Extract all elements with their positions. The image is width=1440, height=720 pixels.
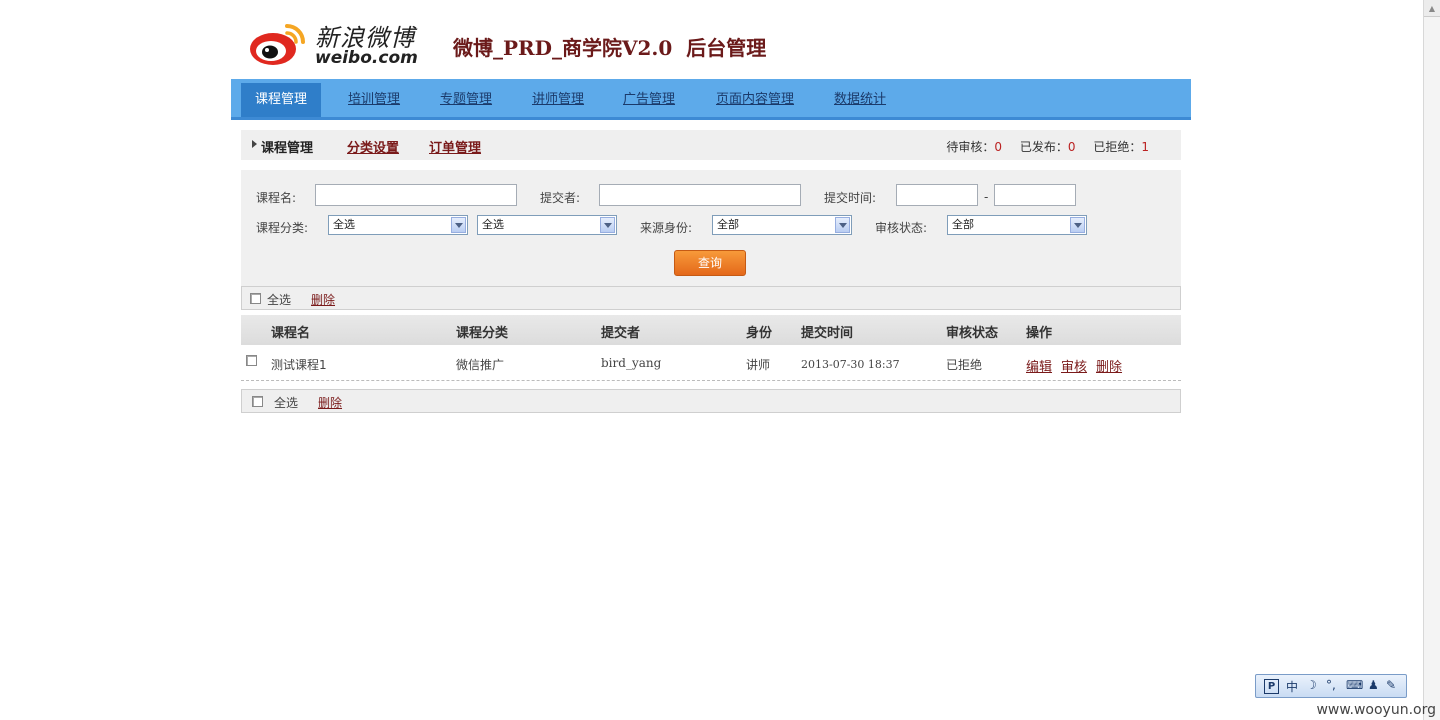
main-nav: 课程管理 培训管理 专题管理 讲师管理 广告管理 页面内容管理 数据统计 — [231, 79, 1191, 120]
row-checkbox[interactable] — [246, 355, 257, 366]
site-title: 微博_PRD_商学院V2.0 后台管理 — [453, 36, 767, 60]
bulk-actions-top: 全选 删除 — [241, 286, 1181, 310]
status-counts: 待审核：0 已发布：0 已拒绝：1 — [946, 138, 1149, 155]
published-label: 已发布： — [1019, 140, 1068, 154]
pending-label: 待审核： — [946, 140, 995, 154]
logo-en-text: weibo.com — [315, 48, 418, 68]
user-icon[interactable]: ♟ — [1368, 678, 1379, 692]
col-category: 课程分类 — [456, 326, 509, 341]
cell-course-name: 测试课程1 — [271, 358, 327, 372]
rejected-count: 1 — [1141, 140, 1149, 154]
bulk-actions-bottom: 全选 删除 — [241, 389, 1181, 413]
ime-logo-icon[interactable]: P — [1264, 679, 1279, 694]
ime-mode-label[interactable]: 中 — [1286, 678, 1298, 695]
status-label: 审核状态: — [875, 221, 928, 235]
bulk-delete-button[interactable]: 删除 — [311, 291, 335, 308]
col-submit-time: 提交时间 — [801, 326, 854, 341]
time-separator: - — [984, 190, 989, 204]
page-header: 新浪微博 weibo.com 微博_PRD_商学院V2.0 后台管理 — [231, 0, 1191, 79]
punctuation-icon[interactable]: °, — [1326, 678, 1336, 692]
cell-category: 微信推广 — [456, 358, 505, 372]
col-identity: 身份 — [746, 326, 773, 341]
sub-nav: 课程管理 分类设置 订单管理 待审核：0 已发布：0 已拒绝：1 — [241, 130, 1181, 160]
rejected-label: 已拒绝： — [1093, 140, 1142, 154]
chevron-down-icon[interactable] — [451, 217, 466, 233]
search-panel: 课程名: 提交者: 提交时间: - 课程分类: 全选 全选 来源身份: 全部 审… — [241, 170, 1181, 286]
nav-item-training[interactable]: 培训管理 — [334, 83, 414, 117]
table-row: 测试课程1 微信推广 bird_yang 讲师 2013-07-30 18:37… — [241, 345, 1181, 381]
nav-item-ads[interactable]: 广告管理 — [609, 83, 689, 117]
pending-count: 0 — [994, 140, 1003, 154]
col-submitter: 提交者 — [601, 326, 641, 341]
chevron-down-icon[interactable] — [835, 217, 850, 233]
submit-time-end-input[interactable] — [994, 184, 1076, 206]
chevron-down-icon[interactable] — [600, 217, 615, 233]
sub-nav-category-settings[interactable]: 分类设置 — [347, 137, 399, 156]
select-all-checkbox[interactable] — [252, 396, 263, 407]
submit-time-start-input[interactable] — [896, 184, 978, 206]
nav-item-lecturers[interactable]: 讲师管理 — [518, 83, 598, 117]
col-course-name: 课程名 — [271, 326, 311, 341]
delete-link[interactable]: 删除 — [1096, 356, 1122, 375]
submit-time-label: 提交时间: — [824, 191, 877, 205]
course-name-label: 课程名: — [256, 191, 297, 205]
category-secondary-select[interactable]: 全选 — [477, 215, 617, 235]
bulk-delete-button[interactable]: 删除 — [318, 394, 342, 411]
wrench-icon[interactable]: ✎ — [1386, 678, 1396, 692]
submitter-label: 提交者: — [540, 191, 581, 205]
nav-item-statistics[interactable]: 数据统计 — [820, 83, 900, 117]
submitter-input[interactable] — [599, 184, 801, 206]
nav-item-topics[interactable]: 专题管理 — [426, 83, 506, 117]
nav-item-page-content[interactable]: 页面内容管理 — [702, 83, 808, 117]
select-all-checkbox[interactable] — [250, 293, 261, 304]
nav-item-courses[interactable]: 课程管理 — [241, 83, 322, 117]
status-value: 全部 — [952, 218, 974, 231]
sub-nav-current: 课程管理 — [261, 141, 314, 156]
watermark: www.wooyun.org — [1316, 702, 1436, 718]
select-all-label: 全选 — [267, 293, 292, 307]
source-select[interactable]: 全部 — [712, 215, 852, 235]
ime-toolbar[interactable]: P 中 ☽ °, ⌨ ♟ ✎ — [1255, 674, 1407, 698]
col-review-status: 审核状态 — [946, 326, 999, 341]
scroll-up-arrow-icon[interactable]: ▲ — [1424, 0, 1440, 17]
cell-submit-time: 2013-07-30 18:37 — [801, 358, 900, 371]
select-all-label: 全选 — [274, 396, 299, 410]
category-label: 课程分类: — [256, 221, 309, 235]
weibo-eye-icon — [250, 24, 305, 65]
source-label: 来源身份: — [640, 221, 693, 235]
table-header: 课程名 课程分类 提交者 身份 提交时间 审核状态 操作 — [241, 315, 1181, 345]
chevron-down-icon[interactable] — [1070, 217, 1085, 233]
triangle-right-icon — [252, 140, 257, 148]
col-actions: 操作 — [1026, 326, 1053, 341]
weibo-logo[interactable]: 新浪微博 weibo.com — [249, 12, 424, 68]
cell-submitter: bird_yang — [601, 356, 662, 370]
category-primary-value: 全选 — [333, 218, 355, 231]
vertical-scrollbar[interactable]: ▲ — [1423, 0, 1440, 720]
course-name-input[interactable] — [315, 184, 517, 206]
published-count: 0 — [1067, 140, 1076, 154]
moon-icon[interactable]: ☽ — [1306, 678, 1317, 692]
status-select[interactable]: 全部 — [947, 215, 1087, 235]
edit-link[interactable]: 编辑 — [1026, 356, 1052, 375]
category-primary-select[interactable]: 全选 — [328, 215, 468, 235]
query-button[interactable]: 查询 — [674, 250, 746, 276]
sub-nav-order-management[interactable]: 订单管理 — [429, 137, 481, 156]
keyboard-icon[interactable]: ⌨ — [1346, 678, 1363, 692]
cell-identity: 讲师 — [746, 358, 771, 372]
cell-review-status: 已拒绝 — [946, 358, 983, 372]
review-link[interactable]: 审核 — [1061, 356, 1087, 375]
category-secondary-value: 全选 — [482, 218, 504, 231]
source-value: 全部 — [717, 218, 739, 231]
